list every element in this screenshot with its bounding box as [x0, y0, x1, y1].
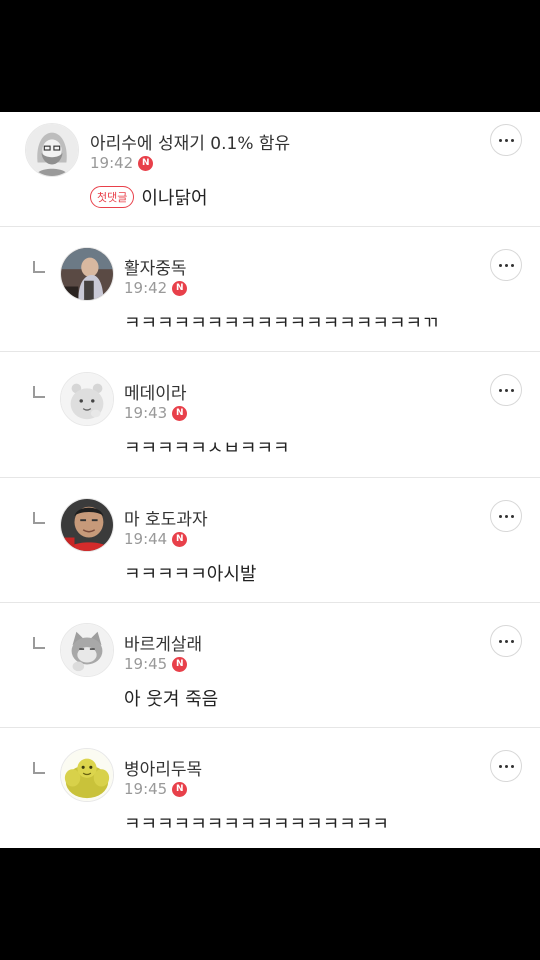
comment-meta: 19:44 N	[124, 530, 188, 548]
reply-item: 바르게살래 19:45 N 아 웃겨 죽음	[0, 603, 540, 727]
new-badge: N	[172, 781, 188, 797]
dot-icon	[510, 639, 514, 643]
reply-item: 병아리두목 19:45 N ㅋㅋㅋㅋㅋㅋㅋㅋㅋㅋㅋㅋㅋㅋㅋㅋ	[0, 728, 540, 848]
dot-icon	[504, 263, 508, 267]
dot-icon	[510, 263, 514, 267]
comment-meta: 19:42 N	[124, 279, 188, 297]
more-options-button[interactable]	[490, 625, 522, 657]
dot-icon	[498, 263, 502, 267]
user-avatar[interactable]	[60, 372, 114, 426]
comment-list: 아리수에 성재기 0.1% 함유 19:42 N 첫댓글 이나닭어 활자중독 1…	[0, 112, 540, 848]
reply-arrow-icon	[33, 261, 45, 273]
user-avatar[interactable]	[60, 498, 114, 552]
first-comment-badge: 첫댓글	[90, 186, 135, 208]
cat-character-avatar-icon	[61, 624, 113, 676]
more-options-button[interactable]	[490, 124, 522, 156]
dot-icon	[504, 138, 508, 142]
user-avatar[interactable]	[60, 247, 114, 301]
man-face-photo-avatar-icon	[61, 499, 113, 551]
user-avatar[interactable]	[60, 748, 114, 802]
comment-body: ㅋㅋㅋㅋㅋ아시발	[124, 564, 257, 585]
comment-nickname[interactable]: 메데이라	[124, 379, 187, 404]
comment-meta: 19:43 N	[124, 404, 188, 422]
dot-icon	[510, 388, 514, 392]
dot-icon	[498, 639, 502, 643]
new-badge: N	[172, 531, 188, 547]
comment-nickname[interactable]: 바르게살래	[124, 630, 202, 655]
comment-body: ㅋㅋㅋㅋㅋㅋㅋㅋㅋㅋㅋㅋㅋㅋㅋㅋㅋㅋㄲ	[124, 313, 439, 334]
dot-icon	[504, 514, 508, 518]
comment-meta: 19:42 N	[90, 154, 154, 172]
person-photo-avatar-icon	[61, 248, 113, 300]
reply-arrow-icon	[33, 637, 45, 649]
user-avatar[interactable]	[60, 623, 114, 677]
comment-body: 아 웃겨 죽음	[124, 689, 219, 710]
comment-time: 19:43	[124, 404, 168, 422]
reply-arrow-icon	[33, 512, 45, 524]
new-badge: N	[172, 656, 188, 672]
muscle-man-avatar-icon	[61, 749, 113, 801]
reply-arrow-icon	[33, 762, 45, 774]
comment-nickname[interactable]: 아리수에 성재기 0.1% 함유	[90, 129, 290, 154]
reply-item: 메데이라 19:43 N ㅋㅋㅋㅋㅋㅅㅂㅋㅋㅋ	[0, 352, 540, 477]
reply-arrow-icon	[33, 386, 45, 398]
comment-item: 아리수에 성재기 0.1% 함유 19:42 N 첫댓글 이나닭어	[0, 112, 540, 226]
dot-icon	[498, 764, 502, 768]
bearded-man-drawing-avatar-icon	[26, 124, 78, 176]
more-options-button[interactable]	[490, 500, 522, 532]
dot-icon	[510, 138, 514, 142]
new-badge: N	[172, 280, 188, 296]
reply-item: 활자중독 19:42 N ㅋㅋㅋㅋㅋㅋㅋㅋㅋㅋㅋㅋㅋㅋㅋㅋㅋㅋㄲ	[0, 227, 540, 351]
dot-icon	[504, 639, 508, 643]
comment-time: 19:44	[124, 530, 168, 548]
dot-icon	[504, 388, 508, 392]
comment-nickname[interactable]: 마 호도과자	[124, 505, 208, 530]
comment-body: ㅋㅋㅋㅋㅋㅋㅋㅋㅋㅋㅋㅋㅋㅋㅋㅋ	[124, 814, 389, 835]
dot-icon	[498, 138, 502, 142]
comment-meta: 19:45 N	[124, 780, 188, 798]
new-badge: N	[138, 155, 154, 171]
comment-time: 19:42	[124, 279, 168, 297]
user-avatar[interactable]	[25, 123, 79, 177]
default-character-avatar-icon	[61, 373, 113, 425]
comment-body: ㅋㅋㅋㅋㅋㅅㅂㅋㅋㅋ	[124, 438, 290, 459]
comment-nickname[interactable]: 병아리두목	[124, 755, 202, 780]
comment-time: 19:45	[124, 655, 168, 673]
comment-nickname[interactable]: 활자중독	[124, 254, 187, 279]
dot-icon	[510, 764, 514, 768]
new-badge: N	[172, 405, 188, 421]
dot-icon	[498, 514, 502, 518]
comment-text: 첫댓글 이나닭어	[90, 184, 208, 210]
reply-item: 마 호도과자 19:44 N ㅋㅋㅋㅋㅋ아시발	[0, 478, 540, 602]
dot-icon	[510, 514, 514, 518]
comment-meta: 19:45 N	[124, 655, 188, 673]
more-options-button[interactable]	[490, 750, 522, 782]
more-options-button[interactable]	[490, 374, 522, 406]
dot-icon	[504, 764, 508, 768]
more-options-button[interactable]	[490, 249, 522, 281]
dot-icon	[498, 388, 502, 392]
comment-body: 이나닭어	[141, 188, 208, 209]
comment-time: 19:45	[124, 780, 168, 798]
comment-time: 19:42	[90, 154, 134, 172]
